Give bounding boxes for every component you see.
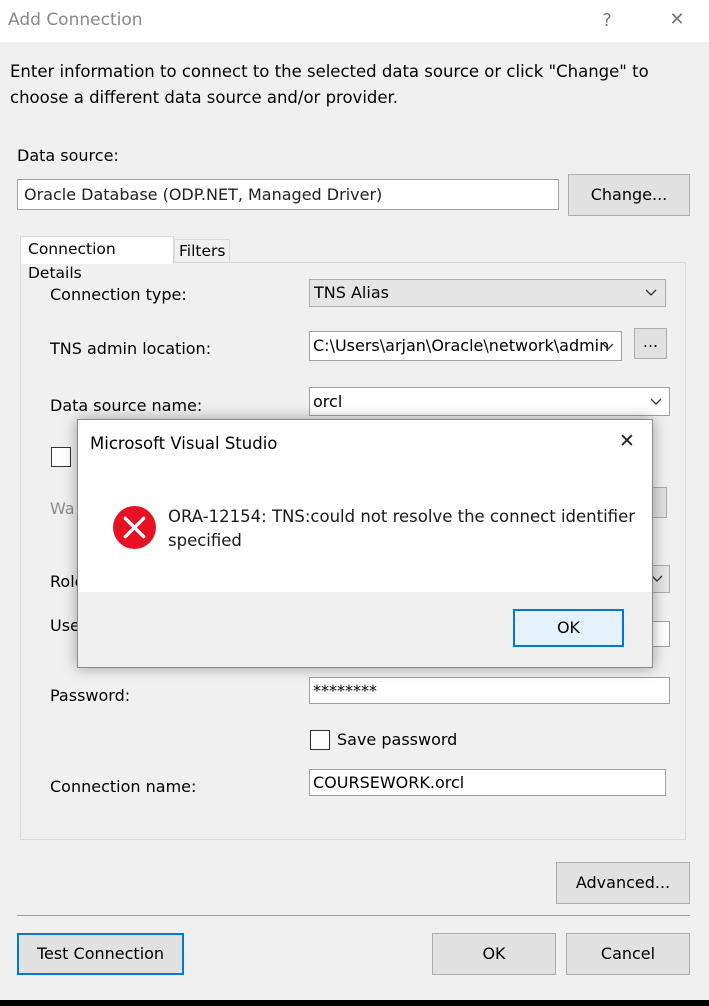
- window-title: Add Connection: [8, 10, 143, 30]
- browse-button[interactable]: ...: [634, 328, 667, 359]
- help-icon[interactable]: ?: [596, 10, 618, 31]
- data-source-name-combo[interactable]: orcl: [309, 387, 670, 416]
- password-field[interactable]: ********: [309, 677, 670, 704]
- user-label-partial: Use: [50, 616, 80, 635]
- password-label: Password:: [50, 686, 131, 705]
- save-password-label: Save password: [337, 730, 458, 749]
- change-button[interactable]: Change...: [568, 174, 690, 216]
- title-bar: Add Connection ? ✕: [0, 0, 709, 42]
- tns-admin-label: TNS admin location:: [50, 339, 212, 358]
- connection-name-label: Connection name:: [50, 777, 197, 796]
- tab-filters[interactable]: Filters: [174, 239, 230, 263]
- chevron-down-icon: [650, 398, 662, 405]
- tns-admin-combo[interactable]: C:\Users\arjan\Oracle\network\admin: [309, 331, 622, 361]
- message-box-title: Microsoft Visual Studio: [90, 434, 278, 453]
- message-box-footer: OK: [78, 592, 652, 667]
- close-icon[interactable]: ✕: [664, 9, 690, 30]
- add-connection-window: Add Connection ? ✕ Enter information to …: [0, 0, 709, 1000]
- save-password-checkbox[interactable]: [310, 730, 330, 750]
- error-message-box: Microsoft Visual Studio ✕ ORA-12154: TNS…: [77, 419, 653, 668]
- data-source-label: Data source:: [17, 146, 119, 165]
- connection-type-select[interactable]: TNS Alias: [309, 279, 666, 307]
- tns-admin-value: C:\Users\arjan\Oracle\network\admin: [313, 336, 610, 355]
- description-text: Enter information to connect to the sele…: [10, 62, 649, 107]
- chevron-down-icon: [645, 289, 657, 296]
- connection-name-field[interactable]: COURSEWORK.orcl: [309, 769, 666, 796]
- connection-type-label: Connection type:: [50, 285, 187, 304]
- cancel-button[interactable]: Cancel: [566, 933, 690, 975]
- message-ok-button[interactable]: OK: [513, 609, 624, 647]
- data-source-name-label: Data source name:: [50, 396, 203, 415]
- error-icon: [113, 506, 156, 549]
- footer-divider: [17, 915, 690, 916]
- obscured-checkbox[interactable]: [51, 447, 71, 467]
- data-source-name-value: orcl: [313, 392, 343, 411]
- wallet-label-partial: Wa: [50, 499, 75, 518]
- advanced-button[interactable]: Advanced...: [556, 862, 690, 904]
- error-message-text: ORA-12154: TNS:could not resolve the con…: [168, 507, 636, 550]
- connection-type-value: TNS Alias: [314, 283, 389, 302]
- test-connection-button[interactable]: Test Connection: [17, 933, 184, 975]
- close-icon[interactable]: ✕: [614, 430, 640, 452]
- ok-button[interactable]: OK: [432, 933, 556, 975]
- chevron-down-icon: [602, 343, 614, 350]
- tab-connection-details[interactable]: Connection Details: [20, 236, 174, 282]
- data-source-field: Oracle Database (ODP.NET, Managed Driver…: [17, 179, 559, 210]
